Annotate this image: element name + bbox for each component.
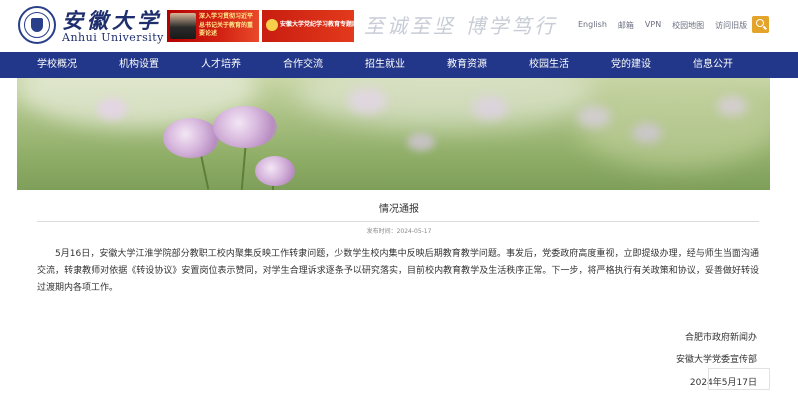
link-email[interactable]: 邮箱 [618,20,634,31]
university-motto: 至诚至坚 博学笃行 [364,14,558,38]
portrait-image [170,13,196,39]
verbena-flower [255,156,295,186]
nav-item-resources[interactable]: 教育资源 [427,52,507,78]
link-english[interactable]: English [578,20,607,31]
verbena-flower [163,118,219,158]
article-body: 5月16日，安徽大学江淮学院部分教职工校内聚集反映工作转隶问题，少数学生校内集中… [37,249,759,293]
site-header: 安徽大学 Anhui University 深入学习贯彻习近平总书记关于教育的重… [0,0,798,52]
nav-item-education[interactable]: 人才培养 [181,52,261,78]
signature-press-office: 合肥市政府新闻办 [684,333,757,343]
link-old-version[interactable]: 访问旧版 [715,20,747,31]
signature-publicity-dept: 安徽大学党委宣传部 [675,355,757,365]
nav-item-information[interactable]: 信息公开 [673,52,753,78]
main-nav: 学校概况 机构设置 人才培养 合作交流 招生就业 教育资源 校园生活 党的建设 … [0,52,798,78]
hero-image [17,78,770,190]
logo-english[interactable]: Anhui University [62,31,164,44]
nav-item-admissions[interactable]: 招生就业 [345,52,425,78]
study-banner-text: 深入学习贯彻习近平总书记关于教育的重要论述 [199,13,254,37]
nav-item-cooperation[interactable]: 合作交流 [263,52,343,78]
divider [37,221,759,222]
party-discipline-banner-text: 安徽大学党纪学习教育专题网 [280,21,354,28]
party-emblem-icon [266,19,278,31]
page-title: 情况通报 [379,204,419,215]
university-seal-icon[interactable] [18,6,56,44]
nav-item-party-building[interactable]: 党的建设 [591,52,671,78]
link-campus-map[interactable]: 校园地图 [672,20,704,31]
watermark [708,368,770,390]
study-banner[interactable]: 深入学习贯彻习近平总书记关于教育的重要论述 [167,10,259,42]
nav-item-organization[interactable]: 机构设置 [99,52,179,78]
party-discipline-banner[interactable]: 安徽大学党纪学习教育专题网 [262,10,354,42]
nav-item-overview[interactable]: 学校概况 [17,52,97,78]
link-vpn[interactable]: VPN [645,20,661,31]
publish-date: 发布时间：2024-05-17 [366,228,432,235]
nav-item-campus-life[interactable]: 校园生活 [509,52,589,78]
verbena-flower [213,106,277,148]
top-links: English 邮箱 VPN 校园地图 访问旧版 [578,20,758,31]
search-button[interactable] [752,16,769,33]
